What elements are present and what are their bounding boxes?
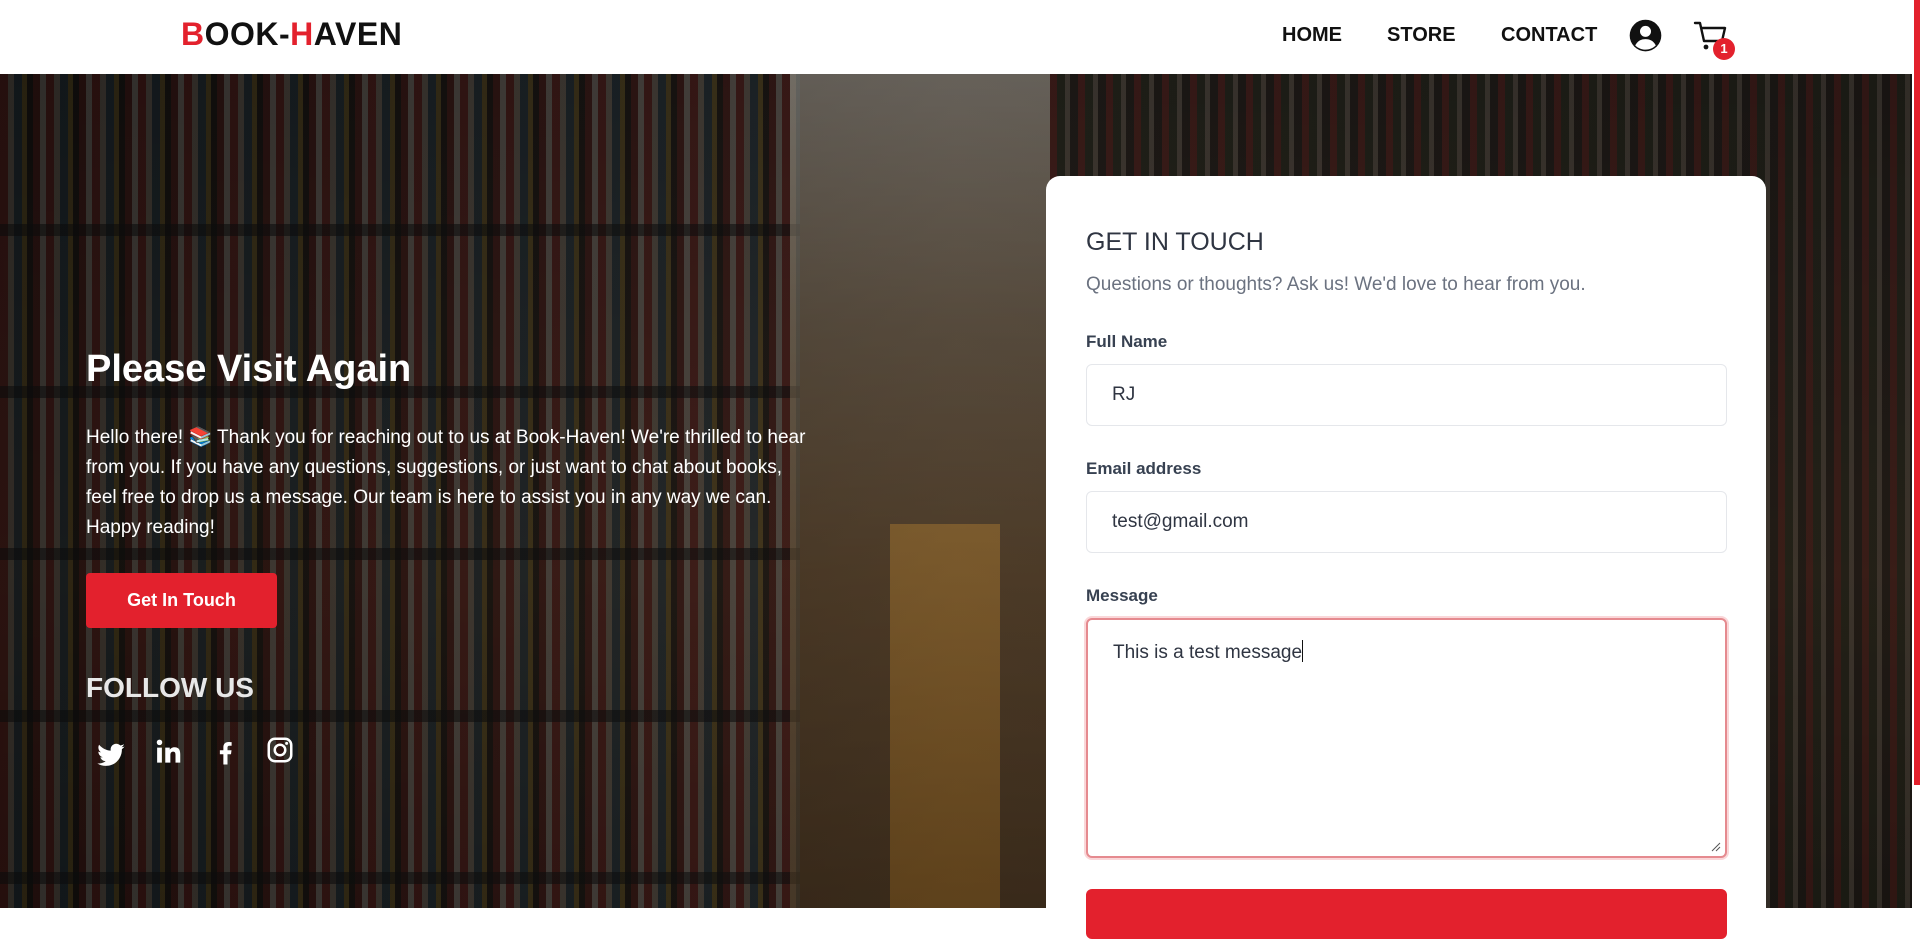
user-circle-icon[interactable] bbox=[1629, 19, 1662, 52]
contact-title: GET IN TOUCH bbox=[1086, 228, 1264, 256]
message-label: Message bbox=[1086, 586, 1158, 605]
contact-card: GET IN TOUCH Questions or thoughts? Ask … bbox=[1046, 176, 1766, 939]
hero-description: Hello there! 📚 Thank you for reaching ou… bbox=[86, 427, 806, 538]
scrollbar-thumb[interactable] bbox=[1914, 0, 1920, 785]
logo-initial-h: H bbox=[290, 16, 314, 52]
resize-grip-icon[interactable] bbox=[1711, 842, 1721, 852]
twitter-icon[interactable] bbox=[96, 740, 126, 770]
logo-initial-b: B bbox=[181, 16, 205, 52]
linkedin-icon[interactable] bbox=[154, 737, 184, 767]
facebook-icon[interactable] bbox=[210, 737, 240, 767]
message-text: This is a test message bbox=[1113, 642, 1303, 663]
message-textarea[interactable]: This is a test message bbox=[1086, 618, 1727, 858]
follow-us-heading: FOLLOW US bbox=[86, 672, 254, 703]
site-logo[interactable]: BOOK-HAVEN bbox=[181, 16, 402, 53]
hero-title: Please Visit Again bbox=[86, 348, 412, 390]
logo-text-ook: OOK- bbox=[204, 16, 291, 52]
nav-contact[interactable]: CONTACT bbox=[1501, 24, 1597, 47]
full-name-label: Full Name bbox=[1086, 332, 1168, 351]
instagram-icon[interactable] bbox=[265, 735, 295, 765]
cart-count-badge: 1 bbox=[1713, 38, 1735, 60]
nav-store[interactable]: STORE bbox=[1387, 24, 1456, 47]
logo-text-aven: AVEN bbox=[313, 16, 403, 52]
text-caret bbox=[1302, 640, 1304, 662]
submit-button[interactable] bbox=[1086, 889, 1727, 939]
scrollbar[interactable] bbox=[1912, 0, 1920, 908]
nav-home[interactable]: HOME bbox=[1282, 24, 1342, 47]
site-header: BOOK-HAVEN HOME STORE CONTACT 1 bbox=[0, 0, 1912, 74]
email-input[interactable] bbox=[1086, 491, 1727, 553]
contact-subtitle: Questions or thoughts? Ask us! We'd love… bbox=[1086, 274, 1586, 295]
email-label: Email address bbox=[1086, 459, 1202, 478]
full-name-input[interactable] bbox=[1086, 364, 1727, 426]
get-in-touch-button[interactable]: Get In Touch bbox=[86, 573, 277, 628]
